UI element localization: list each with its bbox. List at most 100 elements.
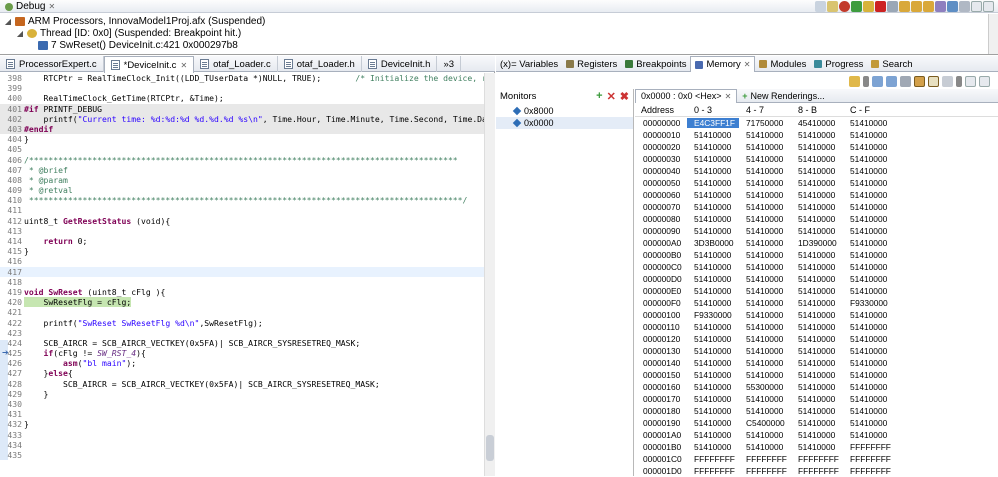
memory-cell[interactable]: 51410000 bbox=[739, 130, 791, 140]
editor-tab[interactable]: »3 bbox=[437, 56, 462, 72]
code-line[interactable]: 417 bbox=[0, 266, 484, 277]
memory-cell[interactable]: 51410000 bbox=[791, 262, 843, 272]
code-line[interactable]: 433 bbox=[0, 430, 484, 440]
import-icon[interactable] bbox=[872, 75, 883, 87]
memory-cell[interactable]: 51410000 bbox=[687, 286, 739, 296]
code-line[interactable]: 426 asm("bl main"); bbox=[0, 358, 484, 368]
memory-cell[interactable]: 51410000 bbox=[687, 298, 739, 308]
memory-cell[interactable]: 51410000 bbox=[843, 322, 895, 332]
memory-cell[interactable]: 51410000 bbox=[843, 418, 895, 428]
code-line[interactable]: 423 bbox=[0, 328, 484, 338]
memory-cell[interactable]: 1D390000 bbox=[791, 238, 843, 248]
monitor-item[interactable]: 0x0000 bbox=[496, 117, 633, 129]
memory-cell[interactable]: 51410000 bbox=[843, 190, 895, 200]
memory-cell[interactable]: FFFFFFFF bbox=[843, 466, 895, 476]
memory-cell[interactable]: 51410000 bbox=[843, 142, 895, 152]
memory-cell[interactable]: 51410000 bbox=[739, 442, 791, 452]
code-line[interactable]: 427 }else{ bbox=[0, 368, 484, 378]
memory-cell[interactable]: 51410000 bbox=[687, 226, 739, 236]
memory-cell[interactable]: 51410000 bbox=[687, 250, 739, 260]
memory-cell[interactable]: 51410000 bbox=[843, 202, 895, 212]
memory-cell[interactable]: 51410000 bbox=[843, 226, 895, 236]
memory-cell[interactable]: 51410000 bbox=[843, 166, 895, 176]
memory-cell[interactable]: 51410000 bbox=[843, 358, 895, 368]
connect-icon[interactable] bbox=[827, 1, 838, 12]
code-line[interactable]: 408 * @param bbox=[0, 175, 484, 185]
code-line[interactable]: 411 bbox=[0, 205, 484, 215]
memory-cell[interactable]: 51410000 bbox=[843, 406, 895, 416]
memory-cell[interactable]: 51410000 bbox=[739, 262, 791, 272]
code-line[interactable]: 429 } bbox=[0, 389, 484, 399]
code-line[interactable]: 409 * @retval bbox=[0, 185, 484, 195]
memory-cell[interactable]: 51410000 bbox=[791, 346, 843, 356]
resume-icon[interactable] bbox=[851, 1, 862, 12]
memory-cell[interactable]: 51410000 bbox=[791, 250, 843, 260]
layout-icon[interactable] bbox=[942, 75, 953, 87]
code-line[interactable]: 402 printf("Current time: %d:%d:%d %d.%d… bbox=[0, 113, 484, 124]
add-monitor-icon[interactable]: + bbox=[596, 90, 602, 103]
memory-cell[interactable]: 51410000 bbox=[791, 214, 843, 224]
restart-icon[interactable] bbox=[839, 1, 850, 12]
monitor-item[interactable]: 0x8000 bbox=[496, 105, 633, 117]
memory-cell[interactable]: 51410000 bbox=[739, 142, 791, 152]
memory-cell[interactable]: 51410000 bbox=[791, 154, 843, 164]
memory-cell[interactable]: 51410000 bbox=[687, 166, 739, 176]
code-line[interactable]: 425 if(cFlg != SW_RST_4){ bbox=[0, 348, 484, 358]
code-line[interactable]: 413 bbox=[0, 226, 484, 236]
editor-tab[interactable]: ProcessorExpert.c bbox=[0, 56, 104, 72]
memory-cell[interactable]: 55300000 bbox=[739, 382, 791, 392]
suspend-icon[interactable] bbox=[863, 1, 874, 12]
memory-cell[interactable]: 51410000 bbox=[687, 358, 739, 368]
editor-tab[interactable]: DeviceInit.h bbox=[362, 56, 438, 72]
maximize-icon[interactable] bbox=[983, 1, 994, 12]
memory-cell[interactable]: 51410000 bbox=[843, 382, 895, 392]
toggle-monitors-icon[interactable] bbox=[914, 75, 925, 87]
code-area[interactable]: 398 RTCPtr = RealTimeClock_Init((LDD_TUs… bbox=[0, 73, 484, 476]
collapse-icon[interactable]: ◢ bbox=[4, 17, 12, 26]
memory-cell[interactable]: FFFFFFFF bbox=[843, 442, 895, 452]
memory-cell[interactable]: 51410000 bbox=[687, 418, 739, 428]
code-line[interactable]: 398 RTCPtr = RealTimeClock_Init((LDD_TUs… bbox=[0, 73, 484, 83]
memory-cell[interactable]: 51410000 bbox=[739, 250, 791, 260]
memory-cell[interactable]: 51410000 bbox=[791, 142, 843, 152]
memory-cell[interactable]: 51410000 bbox=[843, 286, 895, 296]
memory-cell[interactable]: 51410000 bbox=[687, 394, 739, 404]
memory-cell[interactable]: 51410000 bbox=[843, 238, 895, 248]
memory-cell[interactable]: FFFFFFFF bbox=[739, 466, 791, 476]
new-renderings-tab[interactable]: + New Renderings... bbox=[737, 89, 829, 103]
code-line[interactable]: 434 bbox=[0, 440, 484, 450]
memory-cell[interactable]: 51410000 bbox=[739, 190, 791, 200]
toggle-split-icon[interactable] bbox=[928, 75, 939, 87]
memory-cell[interactable]: E4C3FF1F bbox=[687, 118, 739, 128]
code-line[interactable]: 410 ************************************… bbox=[0, 195, 484, 205]
remove-terminated-icon[interactable] bbox=[815, 1, 826, 12]
code-line[interactable]: 419 void SwReset (uint8_t cFlg ){ bbox=[0, 287, 484, 297]
code-line[interactable]: 414 return 0; bbox=[0, 236, 484, 246]
memory-cell[interactable]: 51410000 bbox=[687, 382, 739, 392]
memory-cell[interactable]: 51410000 bbox=[843, 370, 895, 380]
memory-cell[interactable]: 51410000 bbox=[739, 430, 791, 440]
memory-cell[interactable]: 45410000 bbox=[791, 118, 843, 128]
memory-cell[interactable]: 51410000 bbox=[791, 418, 843, 428]
code-line[interactable]: 422 printf("SwReset SwResetFlg %d\n",SwR… bbox=[0, 318, 484, 328]
memory-cell[interactable]: 51410000 bbox=[739, 274, 791, 284]
column-header[interactable]: 8 - B bbox=[791, 105, 843, 115]
memory-cell[interactable]: 51410000 bbox=[843, 214, 895, 224]
memory-cell[interactable]: 51410000 bbox=[791, 226, 843, 236]
minimize-icon[interactable] bbox=[965, 75, 976, 87]
memory-cell[interactable]: 51410000 bbox=[843, 274, 895, 284]
memory-cell[interactable]: 51410000 bbox=[791, 286, 843, 296]
remove-monitor-icon[interactable]: ✕ bbox=[607, 90, 616, 103]
link-icon[interactable] bbox=[900, 75, 911, 87]
view-tab[interactable]: Progress bbox=[810, 56, 867, 72]
code-line[interactable]: 420 SwResetFlg = cFlg; bbox=[0, 297, 484, 308]
memory-cell[interactable]: 51410000 bbox=[687, 142, 739, 152]
terminate-icon[interactable] bbox=[875, 1, 886, 12]
memory-cell[interactable]: 51410000 bbox=[687, 406, 739, 416]
memory-cell[interactable]: F9330000 bbox=[687, 310, 739, 320]
memory-cell[interactable]: 51410000 bbox=[687, 154, 739, 164]
memory-cell[interactable]: 51410000 bbox=[791, 310, 843, 320]
close-icon[interactable]: ✕ bbox=[48, 2, 55, 11]
memory-cell[interactable]: 51410000 bbox=[843, 178, 895, 188]
memory-cell[interactable]: 51410000 bbox=[843, 118, 895, 128]
